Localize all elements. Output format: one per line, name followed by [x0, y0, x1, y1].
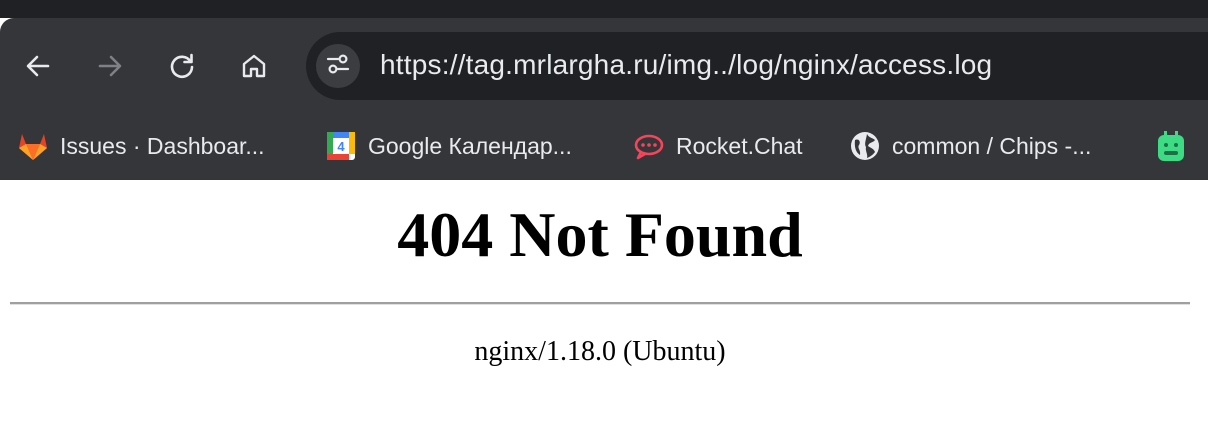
bookmarks-bar: Issues · Dashboar... 4 Google Календар..…: [0, 112, 1208, 180]
browser-toolbar: https://tag.mrlargha.ru/img../log/nginx/…: [0, 18, 1208, 112]
calendar-badge: 4: [337, 139, 345, 154]
bookmark-label: Issues · Dashboar...: [60, 132, 265, 159]
forward-button[interactable]: [90, 46, 130, 86]
site-info-icon: [325, 51, 351, 82]
address-bar[interactable]: https://tag.mrlargha.ru/img../log/nginx/…: [306, 32, 1208, 100]
server-signature: nginx/1.18.0 (Ubuntu): [474, 336, 726, 367]
gitlab-icon: [16, 129, 50, 163]
back-icon: [24, 52, 52, 80]
bookmark-label: Rocket.Chat: [676, 132, 803, 159]
reload-icon: [168, 52, 196, 80]
bookmark-android-partial[interactable]: [1154, 126, 1198, 166]
bookmark-common-chips[interactable]: common / Chips -...: [848, 126, 1091, 166]
bookmark-label: Google Календар...: [368, 132, 572, 159]
page-content: 404 Not Found nginx/1.18.0 (Ubuntu): [0, 180, 1208, 428]
bookmark-rocket-chat[interactable]: Rocket.Chat: [632, 126, 803, 166]
home-button[interactable]: [234, 46, 274, 86]
divider: [10, 302, 1190, 305]
google-calendar-icon: 4: [324, 129, 358, 163]
url-text[interactable]: https://tag.mrlargha.ru/img../log/nginx/…: [380, 49, 992, 81]
forward-icon: [96, 52, 124, 80]
back-button[interactable]: [18, 46, 58, 86]
android-icon: [1154, 129, 1188, 163]
reload-button[interactable]: [162, 46, 202, 86]
bookmark-google-calendar[interactable]: 4 Google Календар...: [324, 126, 572, 166]
tab-strip: [0, 0, 1208, 18]
rocket-chat-icon: [632, 129, 666, 163]
page-title: 404 Not Found: [397, 199, 803, 270]
globe-icon: [848, 129, 882, 163]
bookmark-label: common / Chips -...: [892, 132, 1092, 159]
bookmark-issues-dashboard[interactable]: Issues · Dashboar...: [16, 126, 265, 166]
home-icon: [240, 52, 268, 80]
site-info-button[interactable]: [316, 44, 360, 88]
